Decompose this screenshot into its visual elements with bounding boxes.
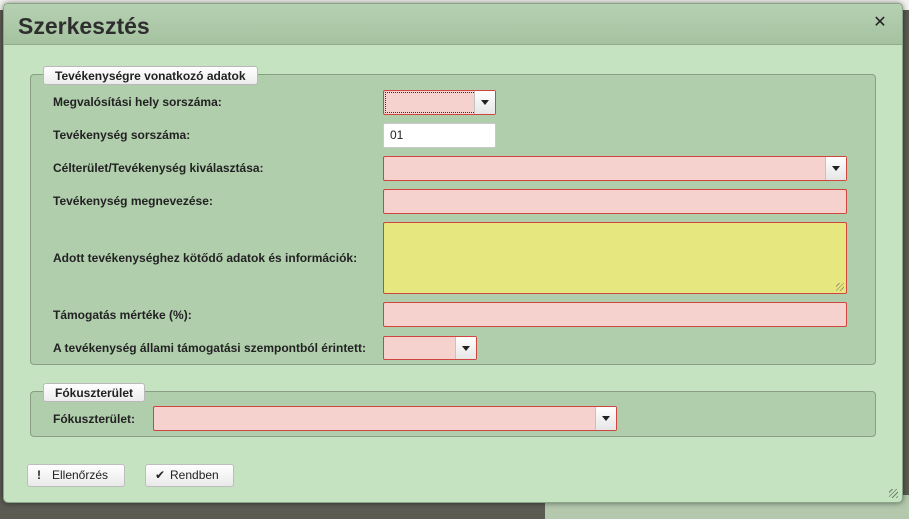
chevron-down-icon[interactable] bbox=[455, 337, 476, 359]
check-button-label: Ellenőrzés bbox=[52, 468, 109, 482]
activity-no-input[interactable]: 01 bbox=[383, 123, 496, 148]
ok-button[interactable]: ✔ Rendben bbox=[145, 464, 234, 487]
support-rate-label: Támogatás mértéke (%): bbox=[53, 308, 192, 322]
target-area-select[interactable] bbox=[383, 156, 847, 181]
details-label: Adott tevékenységhez kötődő adatok és in… bbox=[53, 251, 358, 265]
exclamation-icon: ! bbox=[37, 468, 41, 482]
chevron-down-icon[interactable] bbox=[474, 91, 495, 114]
chevron-down-icon[interactable] bbox=[595, 407, 616, 430]
close-icon[interactable]: ✕ bbox=[872, 15, 888, 31]
focus-label: Fókuszterület: bbox=[53, 412, 136, 426]
activity-name-input[interactable] bbox=[383, 189, 847, 214]
state-aid-label: A tevékenység állami támogatási szempont… bbox=[53, 341, 366, 355]
focus-fieldset: Fókuszterület Fókuszterület: bbox=[30, 383, 876, 437]
focus-legend: Fókuszterület bbox=[43, 383, 146, 402]
resize-grip-icon[interactable] bbox=[836, 283, 844, 291]
check-button[interactable]: ! Ellenőrzés bbox=[27, 464, 125, 487]
state-aid-select[interactable] bbox=[383, 336, 477, 360]
dialog-titlebar[interactable]: Szerkesztés ✕ bbox=[4, 4, 902, 45]
activity-fieldset: Tevékenységre vonatkozó adatok Megvalósí… bbox=[30, 66, 876, 365]
activity-name-label: Tevékenység megnevezése: bbox=[53, 194, 213, 208]
dialog-title: Szerkesztés bbox=[18, 13, 150, 39]
edit-dialog: Szerkesztés ✕ Tevékenységre vonatkozó ad… bbox=[3, 3, 903, 503]
details-textarea[interactable] bbox=[383, 222, 847, 294]
target-area-label: Célterület/Tevékenység kiválasztása: bbox=[53, 161, 264, 175]
checkmark-icon: ✔ bbox=[155, 468, 166, 482]
location-no-select[interactable] bbox=[383, 90, 496, 115]
ok-button-label: Rendben bbox=[170, 468, 219, 482]
chevron-down-icon[interactable] bbox=[825, 157, 846, 180]
dialog-resize-icon[interactable] bbox=[889, 489, 898, 498]
activity-legend: Tevékenységre vonatkozó adatok bbox=[43, 66, 258, 85]
focus-select[interactable] bbox=[153, 406, 617, 431]
activity-no-label: Tevékenység sorszáma: bbox=[53, 128, 191, 142]
location-no-label: Megvalósítási hely sorszáma: bbox=[53, 95, 222, 109]
support-rate-input[interactable] bbox=[383, 302, 847, 327]
